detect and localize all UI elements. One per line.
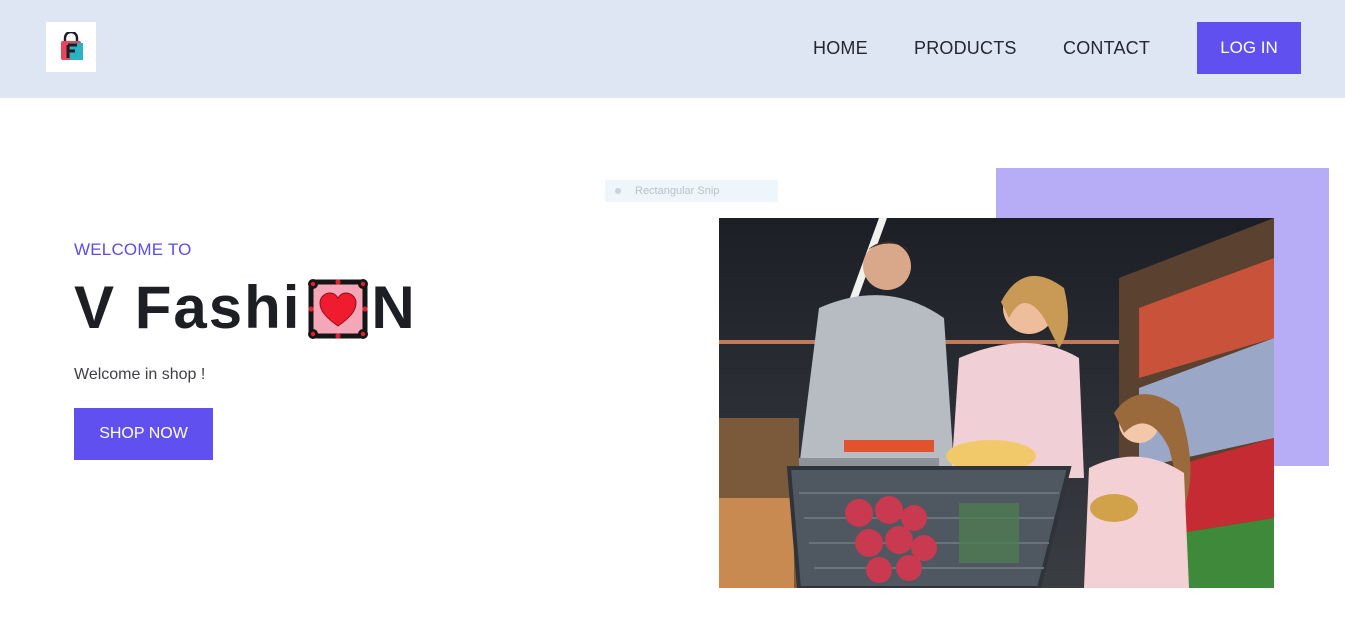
nav-link-products[interactable]: PRODUCTS (914, 36, 1017, 60)
login-button[interactable]: LOG IN (1197, 22, 1301, 74)
hero-subtitle: Welcome in shop ! (74, 366, 206, 383)
brand-title-suffix: N (371, 273, 417, 341)
brand-title-prefix: V Fashi (74, 273, 302, 341)
snip-icon (615, 188, 621, 194)
brand-title: V Fashi N (74, 272, 417, 342)
hero-image (719, 218, 1274, 588)
snip-label: Rectangular Snip (635, 185, 720, 197)
shopping-bag-logo-icon[interactable] (46, 22, 96, 72)
rectangular-snip-tooltip: Rectangular Snip (605, 180, 778, 202)
heart-frame-icon (305, 276, 371, 342)
shop-now-button[interactable]: SHOP NOW (74, 408, 213, 460)
nav-link-contact[interactable]: CONTACT (1063, 36, 1150, 60)
welcome-label: WELCOME TO (74, 240, 192, 259)
nav-link-home[interactable]: HOME (813, 36, 868, 60)
navbar: HOME PRODUCTS CONTACT LOG IN (0, 0, 1345, 98)
